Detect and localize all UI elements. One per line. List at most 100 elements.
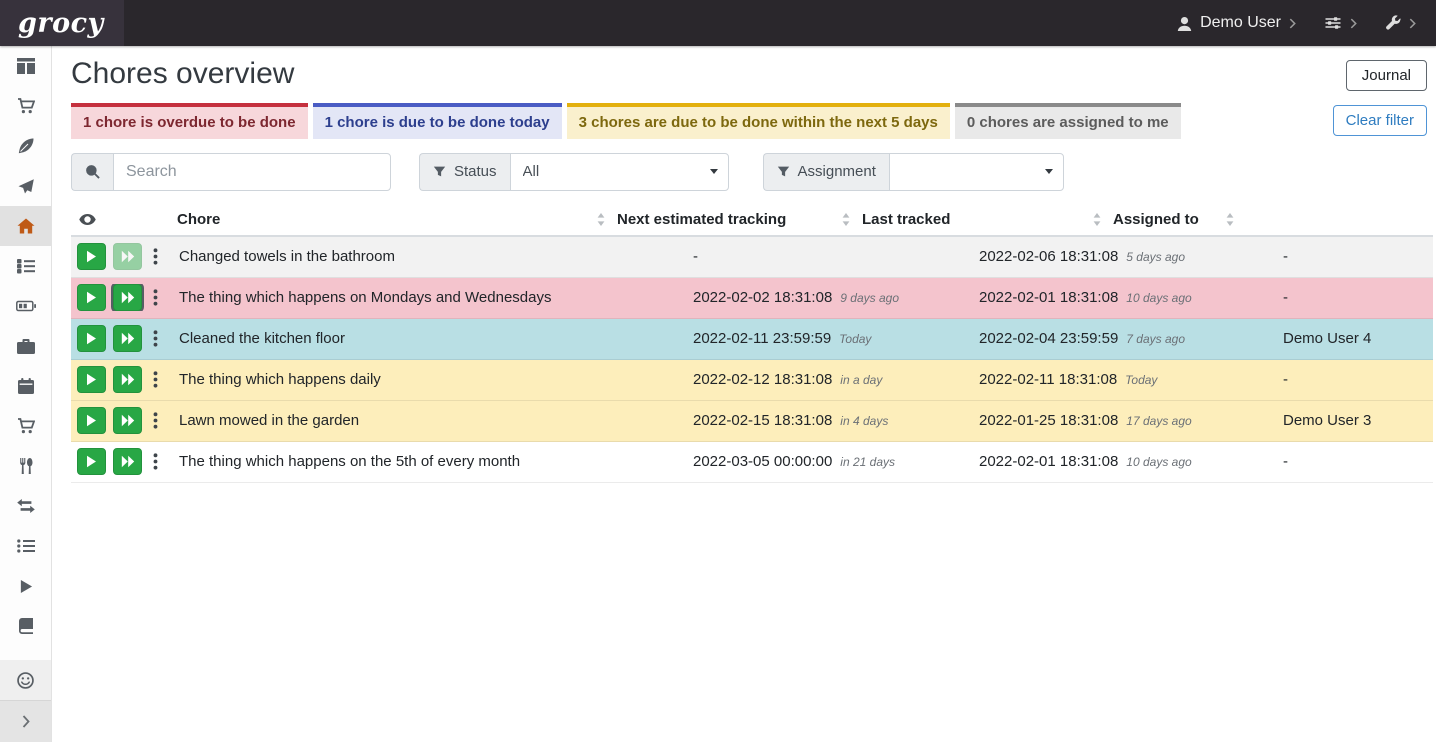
last-tracked-cell: 2022-02-01 18:31:0810 days ago bbox=[971, 453, 1275, 470]
assignment-filter-group: Assignment bbox=[763, 153, 1064, 191]
track-chore-button[interactable] bbox=[77, 243, 106, 270]
row-menu-button[interactable] bbox=[149, 330, 162, 347]
feather-icon bbox=[18, 138, 34, 154]
track-chore-button[interactable] bbox=[77, 325, 106, 352]
row-menu-button[interactable] bbox=[149, 453, 162, 470]
journal-button[interactable]: Journal bbox=[1346, 60, 1427, 91]
clear-filter-button[interactable]: Clear filter bbox=[1333, 105, 1427, 136]
banner-overdue[interactable]: 1 chore is overdue to be done bbox=[71, 103, 308, 139]
chevron-right-icon bbox=[1289, 18, 1296, 29]
smiley-icon bbox=[17, 672, 34, 689]
tasks-icon bbox=[17, 259, 35, 274]
sidebar-item-paper-plane[interactable] bbox=[0, 166, 51, 206]
fast-forward-icon bbox=[121, 291, 135, 304]
fast-forward-icon bbox=[121, 373, 135, 386]
play-icon bbox=[86, 414, 97, 427]
sidebar-item-purchases[interactable] bbox=[0, 406, 51, 446]
home-icon bbox=[17, 218, 35, 234]
eye-icon bbox=[79, 214, 96, 225]
track-chore-button[interactable] bbox=[77, 448, 106, 475]
last-tracked-cell: 2022-01-25 18:31:0817 days ago bbox=[971, 412, 1275, 429]
sort-icon bbox=[597, 213, 605, 226]
column-visibility-toggle[interactable] bbox=[71, 207, 171, 232]
banner-due-soon[interactable]: 3 chores are due to be done within the n… bbox=[567, 103, 950, 139]
play-icon bbox=[86, 332, 97, 345]
row-menu-button[interactable] bbox=[149, 248, 162, 265]
logo-block: grocy bbox=[0, 0, 124, 46]
last-tracked-cell: 2022-02-11 18:31:08Today bbox=[971, 371, 1275, 388]
search-prepend bbox=[71, 153, 113, 191]
sidebar-item-tasks[interactable] bbox=[0, 246, 51, 286]
next-tracking-cell: 2022-02-12 18:31:08in a day bbox=[685, 371, 971, 388]
row-menu-button[interactable] bbox=[149, 412, 162, 429]
sidebar-item-shopping-cart[interactable] bbox=[0, 86, 51, 126]
filter-funnel-icon bbox=[433, 165, 446, 178]
sidebar-item-transfer[interactable] bbox=[0, 486, 51, 526]
track-chore-button[interactable] bbox=[77, 284, 106, 311]
status-select[interactable]: All bbox=[510, 153, 729, 191]
banner-due-today[interactable]: 1 chore is due to be done today bbox=[313, 103, 562, 139]
last-tracked-cell: 2022-02-06 18:31:085 days ago bbox=[971, 248, 1275, 265]
sidebar-item-dashboard[interactable] bbox=[0, 46, 51, 86]
sidebar-item-equipment[interactable] bbox=[0, 326, 51, 366]
assigned-to-cell: - bbox=[1275, 289, 1433, 306]
skip-chore-button[interactable] bbox=[113, 407, 142, 434]
user-menu[interactable]: Demo User bbox=[1177, 14, 1296, 32]
user-name: Demo User bbox=[1200, 14, 1281, 32]
settings-menu[interactable] bbox=[1324, 15, 1357, 31]
skip-chore-button[interactable] bbox=[113, 325, 142, 352]
book-icon bbox=[19, 618, 33, 634]
grocy-logo[interactable]: grocy bbox=[18, 10, 104, 37]
header-chore[interactable]: Chore bbox=[171, 204, 611, 235]
sidebar-item-feedback[interactable] bbox=[0, 660, 51, 700]
sidebar-item-batteries[interactable] bbox=[0, 286, 51, 326]
ellipsis-v-icon bbox=[153, 248, 158, 265]
sidebar-item-checklist[interactable] bbox=[0, 526, 51, 566]
skip-chore-button[interactable] bbox=[113, 448, 142, 475]
play-icon bbox=[86, 455, 97, 468]
header-next-tracking[interactable]: Next estimated tracking bbox=[611, 204, 856, 235]
fast-forward-icon bbox=[121, 455, 135, 468]
dashboard-icon bbox=[17, 58, 35, 74]
row-menu-button[interactable] bbox=[149, 289, 162, 306]
exchange-icon bbox=[17, 499, 35, 513]
assignment-filter-label: Assignment bbox=[763, 153, 889, 191]
skip-chore-button[interactable] bbox=[113, 366, 142, 393]
assignment-select[interactable] bbox=[889, 153, 1064, 191]
table-row: The thing which happens on Mondays and W… bbox=[71, 278, 1433, 319]
sidebar bbox=[0, 46, 52, 742]
ellipsis-v-icon bbox=[153, 330, 158, 347]
admin-menu[interactable] bbox=[1385, 15, 1416, 31]
row-controls bbox=[71, 407, 171, 434]
banner-assigned-me[interactable]: 0 chores are assigned to me bbox=[955, 103, 1181, 139]
next-tracking-cell: - bbox=[685, 248, 971, 265]
sidebar-item-play[interactable] bbox=[0, 566, 51, 606]
table-row: The thing which happens daily 2022-02-12… bbox=[71, 360, 1433, 401]
row-menu-button[interactable] bbox=[149, 371, 162, 388]
search-input[interactable] bbox=[113, 153, 391, 191]
sidebar-item-feather[interactable] bbox=[0, 126, 51, 166]
paper-plane-icon bbox=[18, 179, 34, 194]
header-last-tracked[interactable]: Last tracked bbox=[856, 204, 1107, 235]
status-filter-group: Status All bbox=[419, 153, 729, 191]
navbar-right: Demo User bbox=[1177, 14, 1436, 32]
skip-chore-button[interactable] bbox=[113, 284, 142, 311]
sidebar-item-calendar[interactable] bbox=[0, 366, 51, 406]
sidebar-expand-toggle[interactable] bbox=[0, 700, 51, 742]
assigned-to-cell: Demo User 4 bbox=[1275, 330, 1433, 347]
play-icon bbox=[19, 579, 33, 594]
row-controls bbox=[71, 243, 171, 270]
briefcase-icon bbox=[17, 339, 35, 354]
ellipsis-v-icon bbox=[153, 453, 158, 470]
track-chore-button[interactable] bbox=[77, 366, 106, 393]
sidebar-item-chores[interactable] bbox=[0, 206, 51, 246]
search-group bbox=[71, 153, 391, 191]
sidebar-item-journal-book[interactable] bbox=[0, 606, 51, 646]
sidebar-item-recipes[interactable] bbox=[0, 446, 51, 486]
status-filter-label: Status bbox=[419, 153, 510, 191]
fast-forward-icon bbox=[121, 414, 135, 427]
assigned-to-cell: Demo User 3 bbox=[1275, 412, 1433, 429]
track-chore-button[interactable] bbox=[77, 407, 106, 434]
header-assigned-to[interactable]: Assigned to bbox=[1107, 204, 1240, 235]
table-row: Lawn mowed in the garden 2022-02-15 18:3… bbox=[71, 401, 1433, 442]
